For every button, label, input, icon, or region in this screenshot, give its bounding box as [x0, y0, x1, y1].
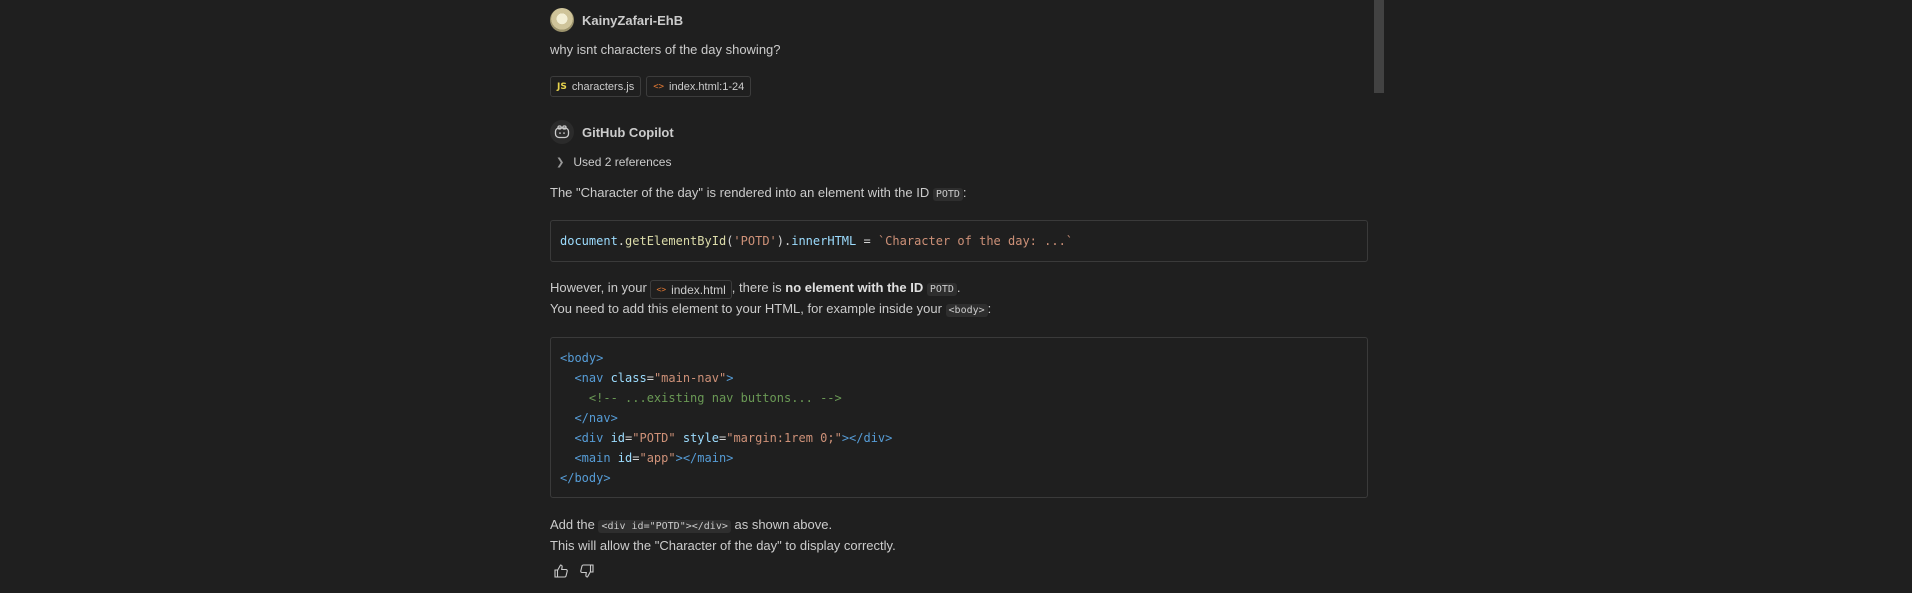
code-block-js[interactable]: document.getElementById('POTD').innerHTM… [550, 220, 1368, 262]
code-token: <main [560, 451, 618, 465]
code-token: `Character of the day: ...` [877, 234, 1074, 248]
text: : [987, 301, 992, 316]
text: . [956, 280, 961, 295]
scrollbar-thumb[interactable] [1374, 0, 1384, 93]
code-token: "main-nav" [653, 371, 727, 385]
response-paragraph-5: This will allow the "Character of the da… [550, 538, 896, 553]
file-label: index.html [671, 282, 726, 297]
code-line: <!-- ...existing nav buttons... --> [551, 388, 1367, 408]
references-toggle[interactable]: ❯ Used 2 references [556, 155, 671, 169]
code-token: <body> [560, 351, 604, 365]
code-block-html[interactable]: <body> <nav class="main-nav"> <!-- ...ex… [550, 337, 1368, 498]
thumbs-down-icon[interactable] [579, 563, 595, 582]
code-token: style [675, 431, 719, 445]
code-token: ). [776, 234, 792, 248]
response-paragraph-1: The "Character of the day" is rendered i… [550, 185, 967, 201]
attachment-index-html[interactable]: <> index.html:1-24 [646, 76, 752, 97]
code-token: <div [560, 431, 611, 445]
response-paragraph-2: However, in your <> index.html, there is … [550, 280, 961, 299]
assistant-name: GitHub Copilot [582, 124, 674, 140]
code-token: <!-- ...existing nav buttons... --> [560, 391, 842, 405]
html-file-icon: <> [656, 285, 667, 294]
response-paragraph-3: You need to add this element to your HTM… [550, 301, 992, 317]
code-line: <main id="app"></main> [551, 448, 1367, 468]
code-token: </body> [560, 471, 611, 485]
code-token: innerHTML [791, 234, 857, 248]
attachments: JS characters.js <> index.html:1-24 [550, 76, 752, 97]
code-token: ></div> [841, 431, 893, 445]
attachment-label: index.html:1-24 [669, 80, 745, 93]
references-label: Used 2 references [573, 155, 672, 169]
code-token: id [610, 431, 626, 445]
text: as shown above. [730, 517, 833, 532]
code-line: </nav> [551, 408, 1367, 428]
code-token: </nav> [560, 411, 618, 425]
text: : [962, 185, 967, 200]
attachment-characters-js[interactable]: JS characters.js [550, 76, 642, 97]
user-name: KainyZafari-EhB [582, 12, 684, 28]
user-message: why isnt characters of the day showing? [550, 42, 781, 57]
inline-code: <div id="POTD"></div> [598, 520, 731, 533]
chevron-right-icon: ❯ [556, 156, 565, 168]
text: You need to add this element to your HTM… [550, 301, 946, 316]
code-token: > [726, 371, 734, 385]
code-line: <nav class="main-nav"> [551, 368, 1367, 388]
thumbs-up-icon[interactable] [553, 563, 569, 582]
code-token: "POTD" [632, 431, 676, 445]
code-token: class [610, 371, 647, 385]
file-reference-index-html[interactable]: <> index.html [650, 280, 732, 299]
user-header: KainyZafari-EhB [550, 8, 683, 32]
response-paragraph-4: Add the <div id="POTD"></div> as shown a… [550, 517, 833, 533]
code-token: getElementById [625, 234, 727, 248]
code-token: document [560, 234, 618, 248]
text: The "Character of the day" is rendered i… [550, 185, 933, 200]
inline-code: POTD [926, 283, 957, 296]
code-token: <nav [560, 371, 611, 385]
text: Add the [550, 517, 599, 532]
code-token: = [646, 371, 654, 385]
copilot-icon [550, 120, 574, 144]
feedback-buttons [553, 563, 595, 582]
text: However, in your [550, 280, 651, 295]
code-token: id [617, 451, 633, 465]
code-line: <body> [551, 348, 1367, 368]
code-token: . [617, 234, 626, 248]
inline-code: <body> [945, 304, 988, 317]
code-token: ></main> [675, 451, 734, 465]
assistant-header: GitHub Copilot [550, 119, 674, 145]
code-token: = [856, 234, 878, 248]
code-token: "app" [639, 451, 676, 465]
js-file-icon: JS [557, 81, 567, 92]
code-line: <div id="POTD" style="margin:1rem 0;"></… [551, 428, 1367, 448]
inline-code: POTD [932, 188, 963, 201]
bold-text: no element with the ID [785, 280, 927, 295]
attachment-label: characters.js [571, 80, 635, 93]
text: , there is [731, 280, 786, 295]
html-file-icon: <> [653, 81, 665, 92]
code-token: "margin:1rem 0;" [726, 431, 842, 445]
code-token: 'POTD' [733, 234, 777, 248]
avatar [550, 8, 574, 32]
code-line: document.getElementById('POTD').innerHTM… [551, 231, 1367, 251]
code-line: </body> [551, 468, 1367, 488]
